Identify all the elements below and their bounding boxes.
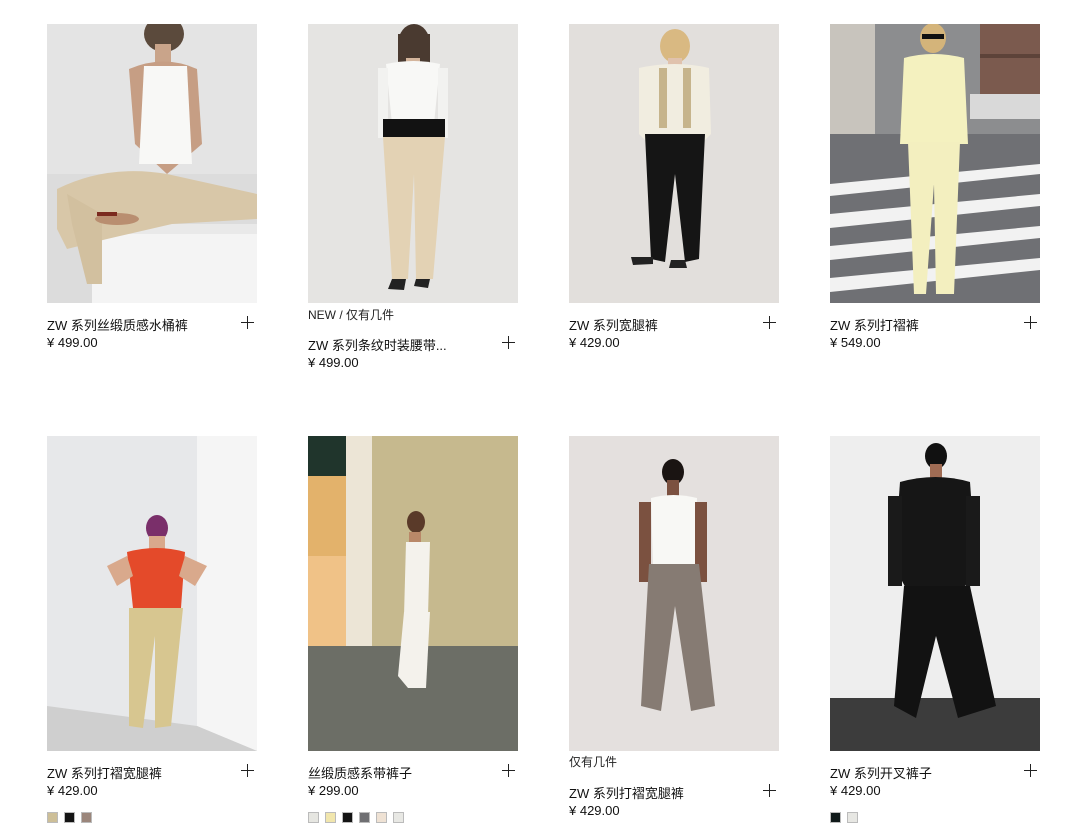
product-card[interactable]: ZW 系列打褶裤 ¥ 549.00 — [830, 24, 1040, 364]
color-swatches — [47, 812, 92, 823]
product-card[interactable]: ZW 系列打褶宽腿裤 ¥ 429.00 — [47, 436, 257, 831]
color-swatches — [308, 812, 404, 823]
color-swatch[interactable] — [64, 812, 75, 823]
product-image[interactable] — [308, 24, 518, 303]
product-price: ¥ 429.00 — [569, 803, 620, 818]
color-swatch[interactable] — [376, 812, 387, 823]
product-price: ¥ 549.00 — [830, 335, 881, 350]
color-swatch[interactable] — [308, 812, 319, 823]
product-card[interactable]: ZW 系列开叉裤子 ¥ 429.00 — [830, 436, 1040, 831]
product-image[interactable] — [830, 24, 1040, 303]
product-price: ¥ 429.00 — [830, 783, 881, 798]
product-price: ¥ 299.00 — [308, 783, 359, 798]
product-card[interactable]: ZW 系列宽腿裤 ¥ 429.00 — [569, 24, 779, 364]
plus-icon[interactable] — [501, 763, 517, 779]
product-title[interactable]: ZW 系列打褶裤 — [830, 315, 1000, 334]
color-swatch[interactable] — [393, 812, 404, 823]
color-swatch[interactable] — [847, 812, 858, 823]
product-tag: NEW / 仅有几件 — [308, 308, 394, 322]
product-card[interactable]: 丝缎质感系带裤子 ¥ 299.00 — [308, 436, 518, 831]
plus-icon[interactable] — [240, 763, 256, 779]
plus-icon[interactable] — [1023, 315, 1039, 331]
product-card[interactable]: 仅有几件 ZW 系列打褶宽腿裤 ¥ 429.00 — [569, 436, 779, 831]
color-swatch[interactable] — [325, 812, 336, 823]
product-image[interactable] — [308, 436, 518, 751]
color-swatch[interactable] — [342, 812, 353, 823]
color-swatch[interactable] — [830, 812, 841, 823]
product-title[interactable]: ZW 系列丝缎质感水桶裤 — [47, 315, 217, 334]
product-image[interactable] — [569, 436, 779, 751]
product-price: ¥ 429.00 — [569, 335, 620, 350]
plus-icon[interactable] — [240, 315, 256, 331]
product-price: ¥ 499.00 — [308, 355, 359, 370]
product-image[interactable] — [830, 436, 1040, 751]
product-card[interactable]: NEW / 仅有几件 ZW 系列条纹时装腰带... ¥ 499.00 — [308, 24, 518, 374]
product-card[interactable]: ZW 系列丝缎质感水桶裤 ¥ 499.00 — [47, 24, 257, 364]
product-image[interactable] — [47, 24, 257, 303]
plus-icon[interactable] — [501, 335, 517, 351]
product-price: ¥ 429.00 — [47, 783, 98, 798]
product-title[interactable]: ZW 系列开叉裤子 — [830, 763, 1000, 782]
product-title[interactable]: ZW 系列宽腿裤 — [569, 315, 739, 334]
plus-icon[interactable] — [762, 783, 778, 799]
product-tag: 仅有几件 — [569, 755, 618, 769]
color-swatches — [830, 812, 858, 823]
product-title[interactable]: ZW 系列打褶宽腿裤 — [569, 783, 739, 802]
product-price: ¥ 499.00 — [47, 335, 98, 350]
product-image[interactable] — [569, 24, 779, 303]
color-swatch[interactable] — [81, 812, 92, 823]
product-image[interactable] — [47, 436, 257, 751]
product-title[interactable]: 丝缎质感系带裤子 — [308, 763, 478, 782]
color-swatch[interactable] — [359, 812, 370, 823]
color-swatch[interactable] — [47, 812, 58, 823]
product-title[interactable]: ZW 系列条纹时装腰带... — [308, 335, 478, 354]
plus-icon[interactable] — [762, 315, 778, 331]
product-title[interactable]: ZW 系列打褶宽腿裤 — [47, 763, 217, 782]
plus-icon[interactable] — [1023, 763, 1039, 779]
